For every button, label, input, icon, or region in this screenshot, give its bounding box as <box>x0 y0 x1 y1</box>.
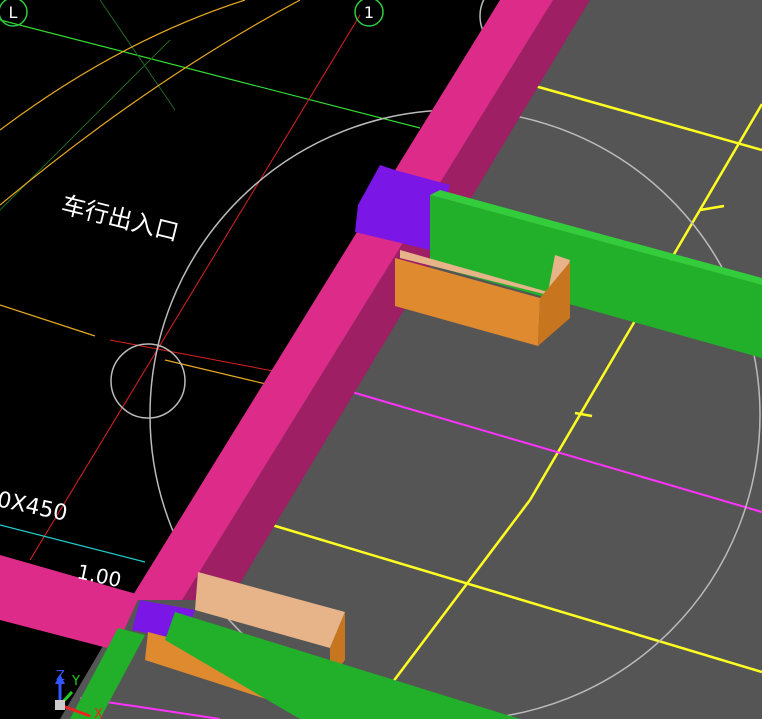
beam-size-label: 0X450 <box>0 487 69 526</box>
model-canvas[interactable]: L 1 车行出入口 0X450 1.00 Z Y X <box>0 0 762 719</box>
axis-marker-left[interactable]: L <box>0 0 28 27</box>
orbit-handle-left[interactable] <box>110 343 186 419</box>
ucs-y-label: Y <box>71 674 80 689</box>
ucs-x-label: X <box>94 707 103 719</box>
entrance-label: 车行出入口 <box>59 191 182 247</box>
axis-marker-right-label: 1 <box>364 3 374 22</box>
cad-3d-viewport[interactable]: L 1 车行出入口 0X450 1.00 Z Y X <box>0 0 762 719</box>
axis-marker-right[interactable]: 1 <box>354 0 384 27</box>
ucs-z-label: Z <box>56 669 65 684</box>
axis-marker-left-label: L <box>9 3 18 22</box>
